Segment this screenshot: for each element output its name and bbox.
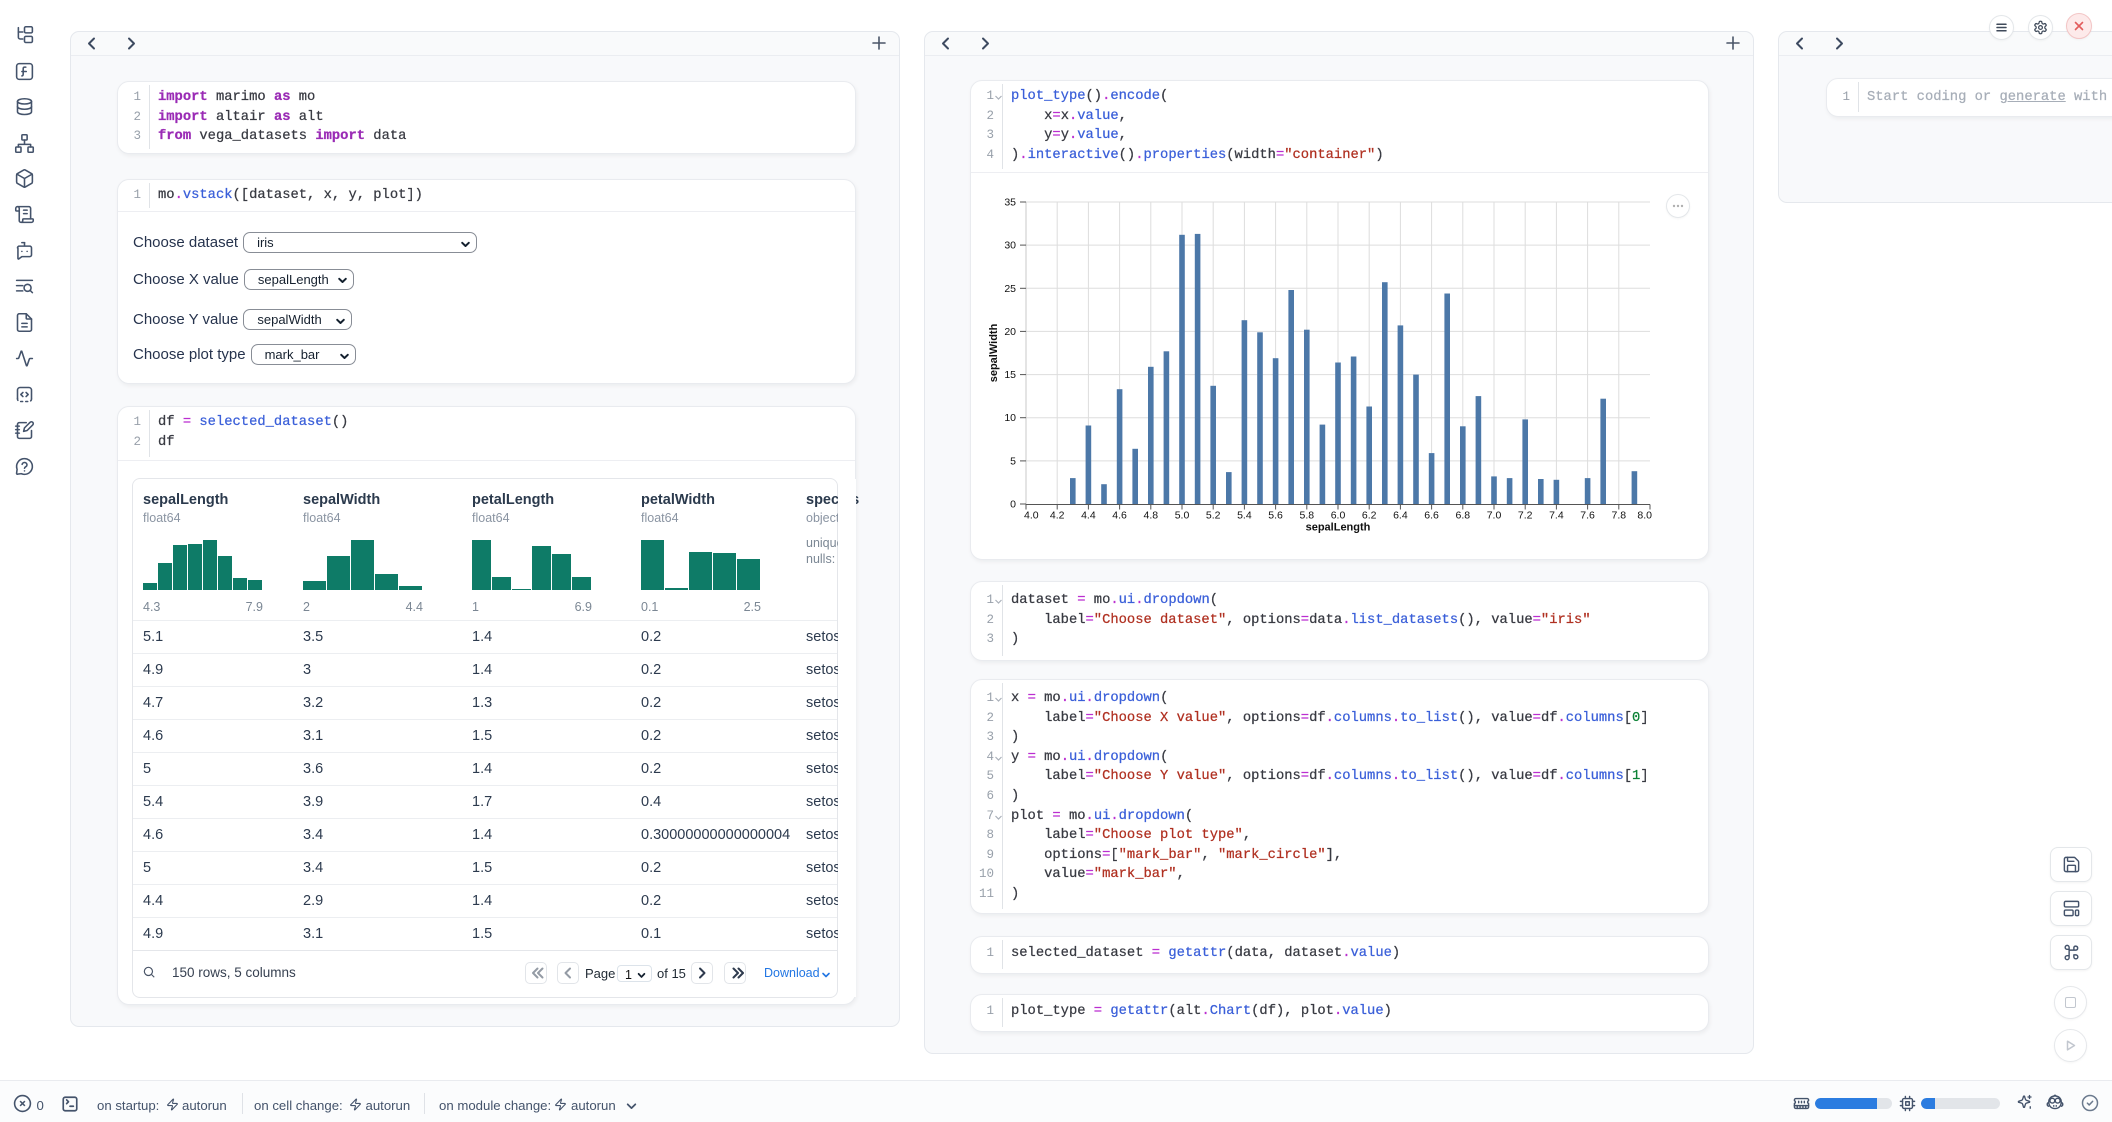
svg-text:6.0: 6.0: [1331, 510, 1346, 522]
svg-text:4.8: 4.8: [1143, 510, 1158, 522]
svg-text:20: 20: [1004, 326, 1016, 338]
svg-text:6.2: 6.2: [1362, 510, 1377, 522]
svg-text:6.8: 6.8: [1455, 510, 1470, 522]
svg-text:25: 25: [1004, 283, 1016, 295]
svg-text:7.2: 7.2: [1518, 510, 1533, 522]
svg-text:5.0: 5.0: [1175, 510, 1190, 522]
svg-text:7.8: 7.8: [1611, 510, 1626, 522]
svg-text:8.0: 8.0: [1637, 510, 1652, 522]
svg-text:6.6: 6.6: [1424, 510, 1439, 522]
svg-text:4.2: 4.2: [1050, 510, 1065, 522]
svg-text:10: 10: [1004, 412, 1016, 424]
svg-text:7.4: 7.4: [1549, 510, 1564, 522]
svg-text:4.0: 4.0: [1024, 510, 1039, 522]
svg-text:4.6: 4.6: [1112, 510, 1127, 522]
svg-text:6.4: 6.4: [1393, 510, 1408, 522]
svg-text:7.6: 7.6: [1580, 510, 1595, 522]
svg-text:7.0: 7.0: [1487, 510, 1502, 522]
svg-text:0: 0: [1010, 499, 1016, 511]
svg-text:30: 30: [1004, 240, 1016, 252]
svg-text:15: 15: [1004, 369, 1016, 381]
svg-text:35: 35: [1004, 197, 1016, 209]
svg-text:5.8: 5.8: [1299, 510, 1314, 522]
svg-text:sepalWidth: sepalWidth: [988, 323, 1000, 382]
svg-text:sepalLength: sepalLength: [1306, 522, 1371, 534]
svg-text:5.6: 5.6: [1268, 510, 1283, 522]
svg-text:5.4: 5.4: [1237, 510, 1252, 522]
svg-text:5.2: 5.2: [1206, 510, 1221, 522]
svg-text:5: 5: [1010, 455, 1016, 467]
svg-text:4.4: 4.4: [1081, 510, 1096, 522]
